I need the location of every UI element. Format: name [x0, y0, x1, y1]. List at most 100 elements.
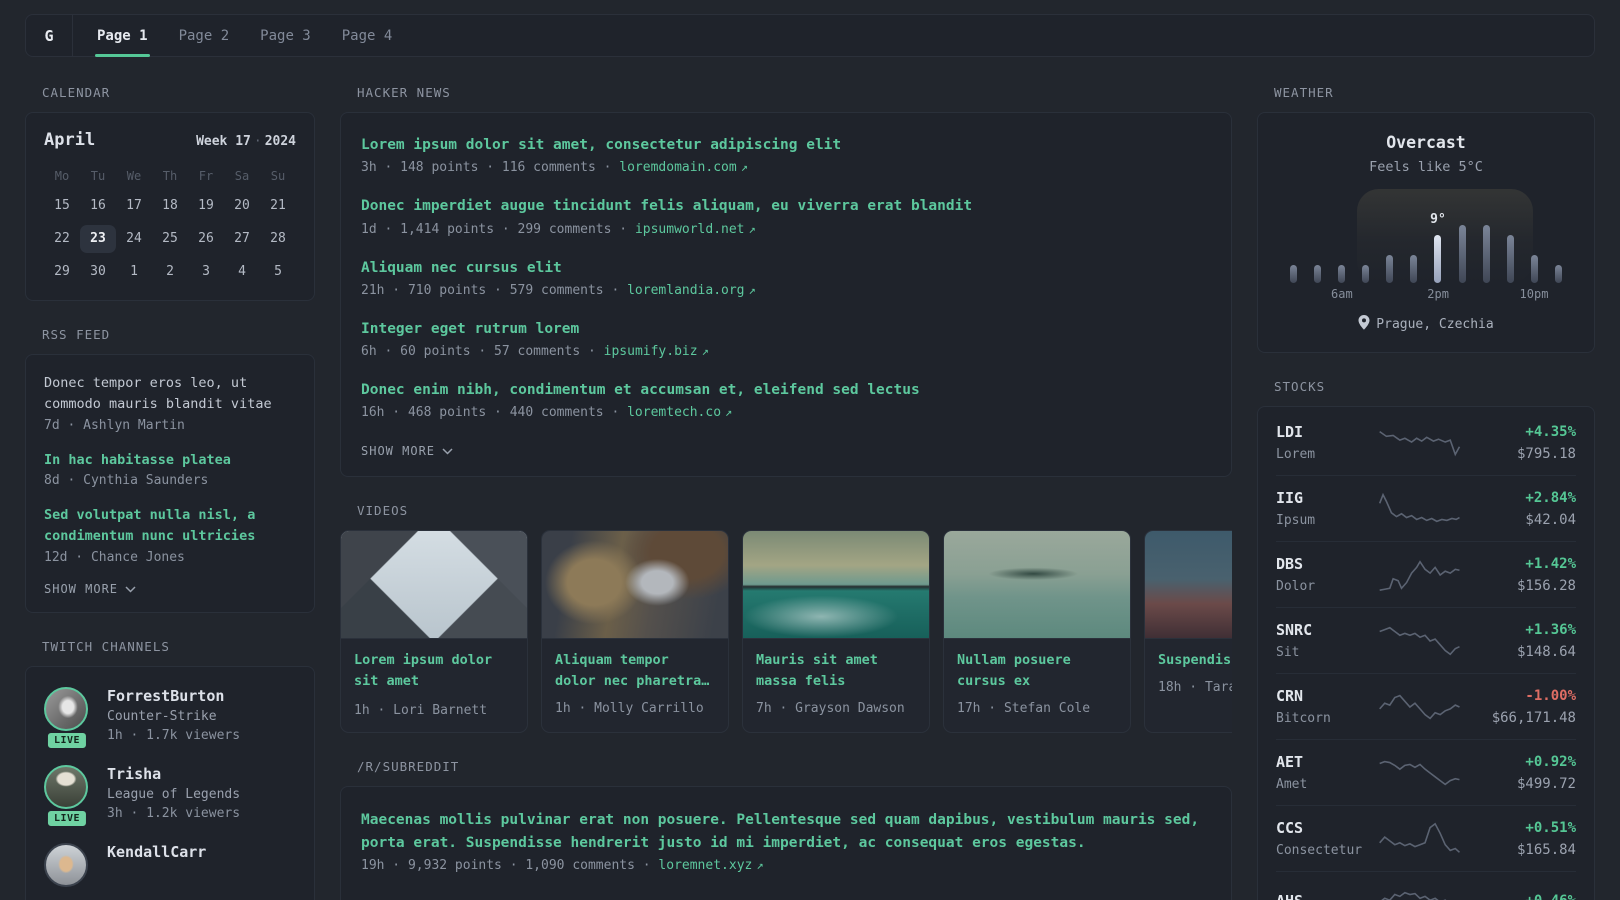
hn-item-title[interactable]: Donec enim nibh, condimentum et accumsan… [361, 380, 1211, 400]
twitch-channel-row[interactable]: KendallCarr [44, 842, 296, 887]
weather-card: Overcast Feels like 5°C 9° 6am 2pm 10pm … [1257, 112, 1595, 353]
calendar-day: 28 [270, 231, 286, 246]
stock-sparkline [1372, 424, 1468, 462]
channel-meta: 1h · 1.7k viewers [107, 727, 241, 743]
weather-widget: WEATHER Overcast Feels like 5°C 9° 6am 2… [1257, 85, 1595, 353]
stock-sparkline [1372, 622, 1468, 660]
hn-item: Lorem ipsum dolor sit amet, consectetur … [361, 135, 1211, 175]
video-card[interactable]: Nullam posuere cursus ex 17h · Stefan Co… [943, 530, 1131, 734]
stock-ticker: DBS [1276, 555, 1304, 573]
avatar-image [44, 686, 88, 731]
rss-item-title[interactable]: Donec tempor eros leo, ut commodo mauris… [44, 373, 296, 416]
tab-page-2[interactable]: Page 2 [177, 15, 232, 56]
calendar-heading: CALENDAR [42, 85, 111, 100]
hn-item-title[interactable]: Integer eget rutrum lorem [361, 319, 1211, 339]
stock-change: +1.42% [1525, 555, 1576, 572]
external-link-icon: ↗ [701, 344, 709, 359]
video-title[interactable]: Mauris sit amet massa felis [756, 650, 916, 692]
video-card[interactable]: Mauris sit amet massa felis 7h · Grayson… [742, 530, 930, 734]
stock-name: Bitcorn [1276, 711, 1331, 726]
video-thumbnail [944, 531, 1130, 640]
stock-change: +0.51% [1525, 819, 1576, 836]
rss-item[interactable]: Sed volutpat nulla nisl, a condimentum n… [44, 505, 296, 565]
time-label: 2pm [1427, 287, 1449, 301]
stock-change: +2.84% [1525, 489, 1576, 506]
weekday-label: We [126, 169, 142, 183]
weather-bar [1530, 255, 1538, 283]
stock-row[interactable]: IIG Ipsum +2.84% $42.04 [1276, 476, 1576, 542]
hn-show-more-button[interactable]: SHOW MORE [361, 444, 1211, 458]
video-title[interactable]: Nullam posuere cursus ex [957, 650, 1117, 692]
weather-hourly-chart: 9° 6am 2pm 10pm [1282, 189, 1570, 301]
calendar-day: 16 [90, 198, 106, 213]
rss-item-title[interactable]: Sed volutpat nulla nisl, a condimentum n… [44, 505, 296, 548]
stock-row[interactable]: AHS +0.46% [1276, 872, 1576, 900]
stock-row[interactable]: AET Amet +0.92% $499.72 [1276, 740, 1576, 806]
tab-page-1[interactable]: Page 1 [95, 15, 150, 57]
channel-name[interactable]: KendallCarr [107, 843, 206, 861]
hn-item-meta: 6h · 60 points · 57 comments · ipsumify.… [361, 344, 1211, 359]
stock-row[interactable]: CCS Consectetur +0.51% $165.84 [1276, 806, 1576, 872]
app-logo[interactable]: G [26, 15, 73, 56]
video-card[interactable]: Aliquam tempor dolor nec pharetra… 1h · … [541, 530, 729, 734]
stock-ticker: CRN [1276, 687, 1304, 705]
stock-sparkline [1372, 490, 1468, 528]
calendar-day: 19 [198, 198, 214, 213]
stock-row[interactable]: DBS Dolor +1.42% $156.28 [1276, 542, 1576, 608]
reddit-post-title[interactable]: Maecenas mollis pulvinar erat non posuer… [361, 809, 1211, 854]
external-link-icon: ↗ [756, 858, 764, 873]
rss-item[interactable]: Donec tempor eros leo, ut commodo mauris… [44, 373, 296, 433]
channel-name[interactable]: ForrestBurton [107, 687, 240, 705]
middle-column: HACKER NEWS Lorem ipsum dolor sit amet, … [340, 85, 1232, 900]
avatar-image [44, 842, 88, 887]
calendar-day: 26 [198, 231, 214, 246]
page-tabs: Page 1 Page 2 Page 3 Page 4 [73, 15, 395, 57]
dashboard-grid: CALENDAR April Week 17 · 2024 Mo Tu We Th … [0, 57, 1620, 900]
video-meta: 18h · Tara [1158, 680, 1232, 696]
hn-item-domain-link[interactable]: ipsumworld.net [635, 222, 745, 237]
hn-item-title[interactable]: Aliquam nec cursus elit [361, 258, 1211, 278]
reddit-post-domain-link[interactable]: loremnet.xyz [658, 858, 752, 873]
chevron-down-icon [125, 582, 136, 596]
weather-location: Prague, Czechia [1278, 315, 1574, 334]
video-card[interactable]: Suspendisse diam 18h · Tara [1144, 530, 1232, 734]
videos-row: Lorem ipsum dolor sit amet consectetu… 1… [340, 530, 1232, 734]
calendar-day: 1 [130, 264, 138, 279]
weather-bar [1290, 265, 1297, 283]
twitch-channel-row[interactable]: LIVE ForrestBurton Counter-Strike 1h · 1… [44, 686, 296, 750]
external-link-icon: ↗ [748, 221, 756, 236]
reddit-post-stats: 19h · 9,932 points · 1,090 comments · [361, 858, 651, 874]
rss-show-more-label: SHOW MORE [44, 581, 119, 596]
stock-name: Sit [1276, 645, 1300, 660]
stocks-widget: STOCKS LDI Lorem +4.35% $795.18 IIG Ipsum +… [1257, 379, 1595, 900]
hn-item-domain-link[interactable]: loremlandia.org [627, 283, 744, 298]
rss-item[interactable]: In hac habitasse platea 8d · Cynthia Sau… [44, 450, 296, 488]
rss-item-meta: 7d · Ashlyn Martin [44, 417, 185, 433]
channel-name[interactable]: Trisha [107, 765, 240, 783]
tab-page-4[interactable]: Page 4 [340, 15, 395, 56]
hn-item-domain-link[interactable]: ipsumify.biz [604, 344, 698, 359]
tab-page-3[interactable]: Page 3 [258, 15, 313, 56]
stock-row[interactable]: CRN Bitcorn -1.00% $66,171.48 [1276, 674, 1576, 740]
video-card[interactable]: Lorem ipsum dolor sit amet consectetu… 1… [340, 530, 528, 734]
rss-show-more-button[interactable]: SHOW MORE [44, 582, 296, 596]
time-label: 6am [1331, 287, 1353, 301]
twitch-channel-row[interactable]: LIVE Trisha League of Legends 3h · 1.2k … [44, 764, 296, 828]
stock-row[interactable]: SNRC Sit +1.36% $148.64 [1276, 608, 1576, 674]
calendar-day: 24 [126, 231, 142, 246]
hn-item-domain-link[interactable]: loremtech.co [627, 405, 721, 420]
hn-item-stats: 1d · 1,414 points · 299 comments · [361, 221, 628, 237]
stocks-heading: STOCKS [1274, 379, 1326, 394]
rss-item-title[interactable]: In hac habitasse platea [44, 450, 296, 471]
stock-row[interactable]: LDI Lorem +4.35% $795.18 [1276, 410, 1576, 476]
hn-item-title[interactable]: Lorem ipsum dolor sit amet, consectetur … [361, 135, 1211, 155]
video-title[interactable]: Lorem ipsum dolor sit amet consectetu… [354, 650, 514, 694]
hn-item-title[interactable]: Donec imperdiet augue tincidunt felis al… [361, 196, 1211, 216]
weather-bars [1282, 221, 1570, 283]
video-title[interactable]: Aliquam tempor dolor nec pharetra… [555, 650, 715, 692]
stock-price: $165.84 [1516, 841, 1576, 858]
hn-item-domain-link[interactable]: loremdomain.com [619, 160, 736, 175]
hn-show-more-label: SHOW MORE [361, 444, 436, 459]
weather-bar [1482, 225, 1490, 283]
video-title[interactable]: Suspendisse diam [1158, 650, 1232, 671]
